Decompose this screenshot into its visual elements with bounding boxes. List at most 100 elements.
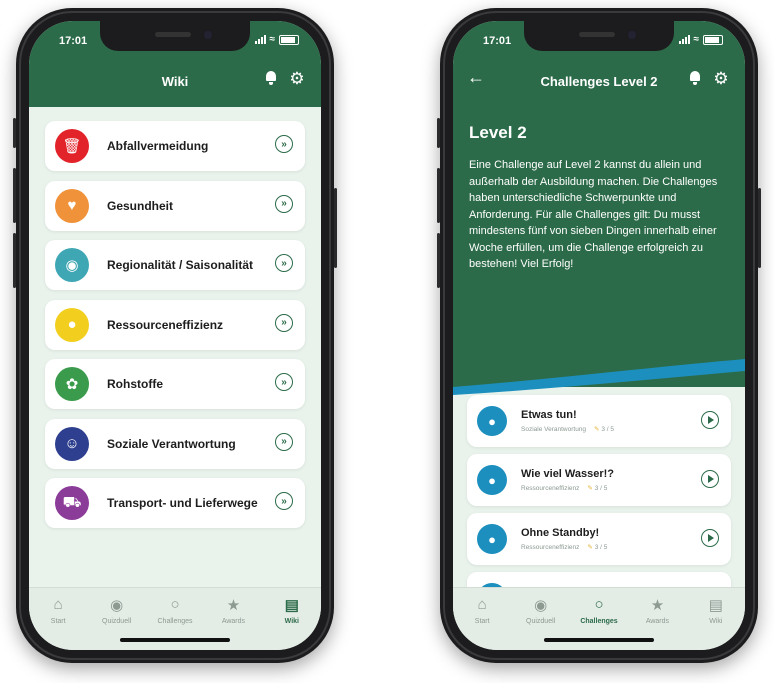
wifi-icon: ≈ — [693, 34, 700, 45]
challenge-item[interactable]: ● Wie viel Wasser!? Ressourceneffizienz ✎ 3… — [467, 454, 731, 506]
gear-icon[interactable]: ⚙ — [289, 70, 305, 87]
home-indicator — [544, 638, 654, 642]
wiki-item-label: Ressourceneffizienz — [107, 317, 224, 332]
chevron-right-icon[interactable]: » — [275, 194, 293, 213]
medal-icon: ○ — [594, 596, 604, 613]
pencil-icon: ✎ — [594, 426, 600, 433]
book-icon: ▤ — [284, 597, 299, 614]
wiki-item[interactable]: ⛟ Transport- und Lieferwege » — [45, 478, 305, 528]
tab-label: Challenges — [157, 618, 193, 625]
power-button — [758, 188, 761, 268]
gear-icon[interactable]: ⚙ — [713, 70, 729, 87]
status-time: 17:01 — [483, 35, 512, 47]
wiki-item[interactable]: ◉ Regionalität / Saisonalität » — [45, 240, 305, 290]
challenge-progress: 3 / 5 — [601, 426, 614, 433]
bell-icon[interactable] — [265, 71, 277, 85]
challenge-progress: 3 / 5 — [594, 544, 608, 551]
pencil-icon: ✎ — [587, 485, 593, 492]
app-bar: ← Challenges Level 2 ⚙ — [453, 55, 745, 107]
tab-start[interactable]: ⌂ Start — [453, 588, 511, 650]
wiki-item[interactable]: 🗑 Abfallvermeidung » — [45, 121, 305, 171]
wifi-icon: ≈ — [269, 34, 276, 45]
challenge-title: Wie viel Wasser!? — [521, 468, 615, 480]
medal-icon: ○ — [170, 596, 180, 613]
tab-label: Start — [474, 618, 490, 625]
back-arrow-icon[interactable]: ← — [467, 67, 485, 88]
chevron-right-icon[interactable]: » — [275, 373, 293, 391]
wiki-item-label: Rohstoffe — [107, 377, 163, 391]
battery-icon — [279, 34, 299, 45]
challenge-title: Ohne Standby! — [521, 527, 600, 539]
page-title: Challenges Level 2 — [540, 73, 658, 89]
challenge-item[interactable]: ● Etwas tun! Soziale Verantwortung ✎ 3 / 5 — [467, 395, 731, 447]
wiki-item[interactable]: ♥ Gesundheit » — [45, 180, 305, 231]
chevron-right-icon[interactable]: » — [275, 432, 293, 451]
notch — [100, 21, 250, 51]
wiki-item-label: Soziale Verantwortung — [107, 436, 236, 451]
challenge-icon: ● — [477, 465, 507, 495]
challenge-icon: ● — [477, 406, 507, 436]
mute-switch — [437, 118, 440, 148]
volume-down-button — [437, 233, 440, 288]
wiki-item[interactable]: ✿ Rohstoffe » — [45, 359, 305, 409]
page-title: Wiki — [161, 73, 189, 89]
app-bar: Wiki ⚙ — [29, 55, 321, 107]
chat-icon: ◉ — [534, 597, 548, 614]
chevron-right-icon[interactable]: » — [275, 254, 293, 272]
mute-switch — [13, 118, 16, 148]
home-indicator — [120, 638, 230, 642]
challenge-category: Ressourceneffizienz — [521, 544, 580, 551]
chevron-right-icon[interactable]: » — [275, 492, 293, 510]
wiki-item[interactable]: ● Ressourceneffizienz » — [45, 299, 305, 350]
tab-wiki[interactable]: ▤ Wiki — [687, 588, 745, 650]
status-time: 17:01 — [59, 35, 88, 47]
power-button — [334, 188, 337, 268]
challenge-title: Etwas tun! — [521, 409, 577, 421]
wiki-item-label: Gesundheit — [107, 198, 174, 213]
people-icon: ☺ — [55, 426, 89, 461]
volume-down-button — [13, 233, 16, 288]
chevron-right-icon[interactable]: » — [275, 313, 293, 332]
wiki-item-label: Regionalität / Saisonalität — [107, 258, 254, 272]
trash-icon: 🗑 — [55, 129, 89, 163]
play-icon[interactable] — [701, 470, 719, 488]
signal-icon — [254, 35, 266, 44]
pencil-icon: ✎ — [587, 544, 593, 551]
left-screen: 17:01 ≈ Wiki ⚙ 🗑 Abfallvermeidung » ♥ Gesund… — [29, 21, 321, 650]
wiki-list: 🗑 Abfallvermeidung » ♥ Gesundheit » ◉ Regionali… — [45, 121, 305, 538]
wiki-item-label: Transport- und Lieferwege — [107, 496, 258, 510]
volume-up-button — [13, 168, 16, 223]
volume-up-button — [437, 168, 440, 223]
wiki-item[interactable]: ☺ Soziale Verantwortung » — [45, 418, 305, 469]
tab-label: Quizduell — [526, 618, 556, 625]
level-heading: Level 2 — [469, 123, 527, 142]
challenge-icon: ● — [477, 524, 507, 554]
left-phone-frame: 17:01 ≈ Wiki ⚙ 🗑 Abfallvermeidung » ♥ Gesund… — [13, 8, 337, 663]
battery-icon — [703, 34, 723, 45]
wiki-item-label: Abfallvermeidung — [107, 139, 209, 153]
tab-label: Challenges — [580, 618, 618, 625]
signal-icon — [678, 35, 690, 44]
tab-label: Wiki — [284, 618, 299, 625]
tab-wiki[interactable]: ▤ Wiki — [263, 588, 321, 650]
chevron-right-icon[interactable]: » — [275, 135, 293, 153]
award-icon: ★ — [226, 597, 241, 614]
tab-label: Awards — [221, 618, 246, 625]
hero-wave — [453, 339, 745, 395]
play-icon[interactable] — [701, 529, 719, 547]
right-phone-frame: 17:01 ≈ ← Challenges Level 2 ⚙ Level 2 E… — [437, 8, 761, 663]
tab-label: Wiki — [709, 618, 723, 625]
home-icon: ⌂ — [477, 596, 487, 613]
location-pin-icon: ◉ — [55, 248, 89, 282]
heart-icon: ♥ — [55, 188, 89, 223]
challenge-progress: 3 / 5 — [594, 485, 608, 492]
notch — [524, 21, 674, 51]
tab-label: Start — [50, 618, 66, 625]
challenge-category: Soziale Verantwortung — [521, 426, 587, 433]
globe-icon: ● — [55, 307, 89, 342]
play-icon[interactable] — [701, 411, 719, 429]
tab-start[interactable]: ⌂ Start — [29, 588, 87, 650]
challenge-item[interactable]: ● Ohne Standby! Ressourceneffizienz ✎ 3 / 5 — [467, 513, 731, 565]
leaf-icon: ✿ — [55, 367, 89, 401]
bell-icon[interactable] — [689, 71, 701, 85]
